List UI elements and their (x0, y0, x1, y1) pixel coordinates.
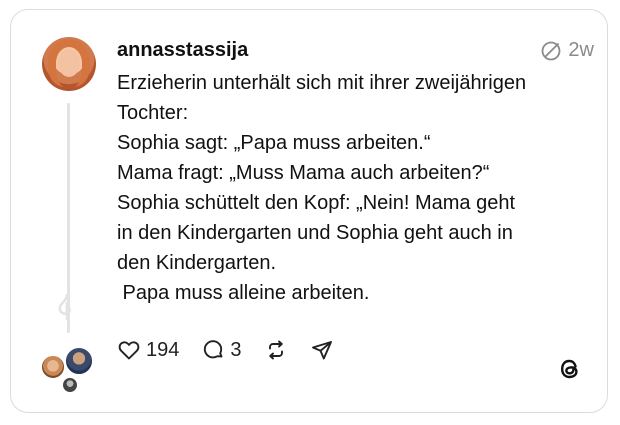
reply-avatar (61, 376, 79, 394)
username[interactable]: annasstassija (117, 39, 248, 62)
repost-button[interactable] (264, 338, 288, 362)
reply-avatar (64, 346, 94, 376)
post-line: Papa muss alleine arbeiten. (117, 282, 370, 304)
post-line: Sophia sagt: „Papa muss arbeiten.“ (117, 132, 431, 154)
like-count: 194 (146, 338, 180, 361)
heart-icon (118, 341, 140, 360)
share-button[interactable] (310, 338, 334, 362)
post-line: den Kindergarten. (117, 252, 277, 274)
like-button[interactable]: 194 (117, 338, 179, 362)
muted-slash-icon (542, 41, 561, 60)
thread-curl-icon (58, 294, 71, 320)
post-line: Mama fragt: „Muss Mama auch arbeiten?“ (117, 162, 490, 184)
reply-avatars[interactable] (40, 344, 102, 396)
reply-count: 3 (230, 338, 242, 361)
reply-avatar (40, 354, 66, 380)
timestamp: 2w (568, 39, 594, 61)
post-line: Sophia schüttelt den Kopf: „Nein! Mama g… (117, 192, 516, 214)
author-avatar[interactable] (42, 37, 96, 91)
threads-logo-icon (560, 359, 578, 379)
avatar-face (58, 49, 80, 77)
action-bar: 194 3 (117, 338, 356, 362)
post-text: Erzieherin unterhält sich mit ihrer zwei… (117, 68, 587, 308)
post-line: Tochter: (117, 102, 189, 124)
repost-icon (268, 340, 283, 360)
post-line: Erzieherin unterhält sich mit ihrer zwei… (117, 72, 527, 94)
post-meta: 2w (540, 39, 594, 62)
comment-icon (204, 340, 223, 359)
post-line: in den Kindergarten und Sophia geht auch… (117, 222, 513, 244)
reply-button[interactable]: 3 (201, 338, 242, 362)
send-icon (311, 341, 332, 360)
